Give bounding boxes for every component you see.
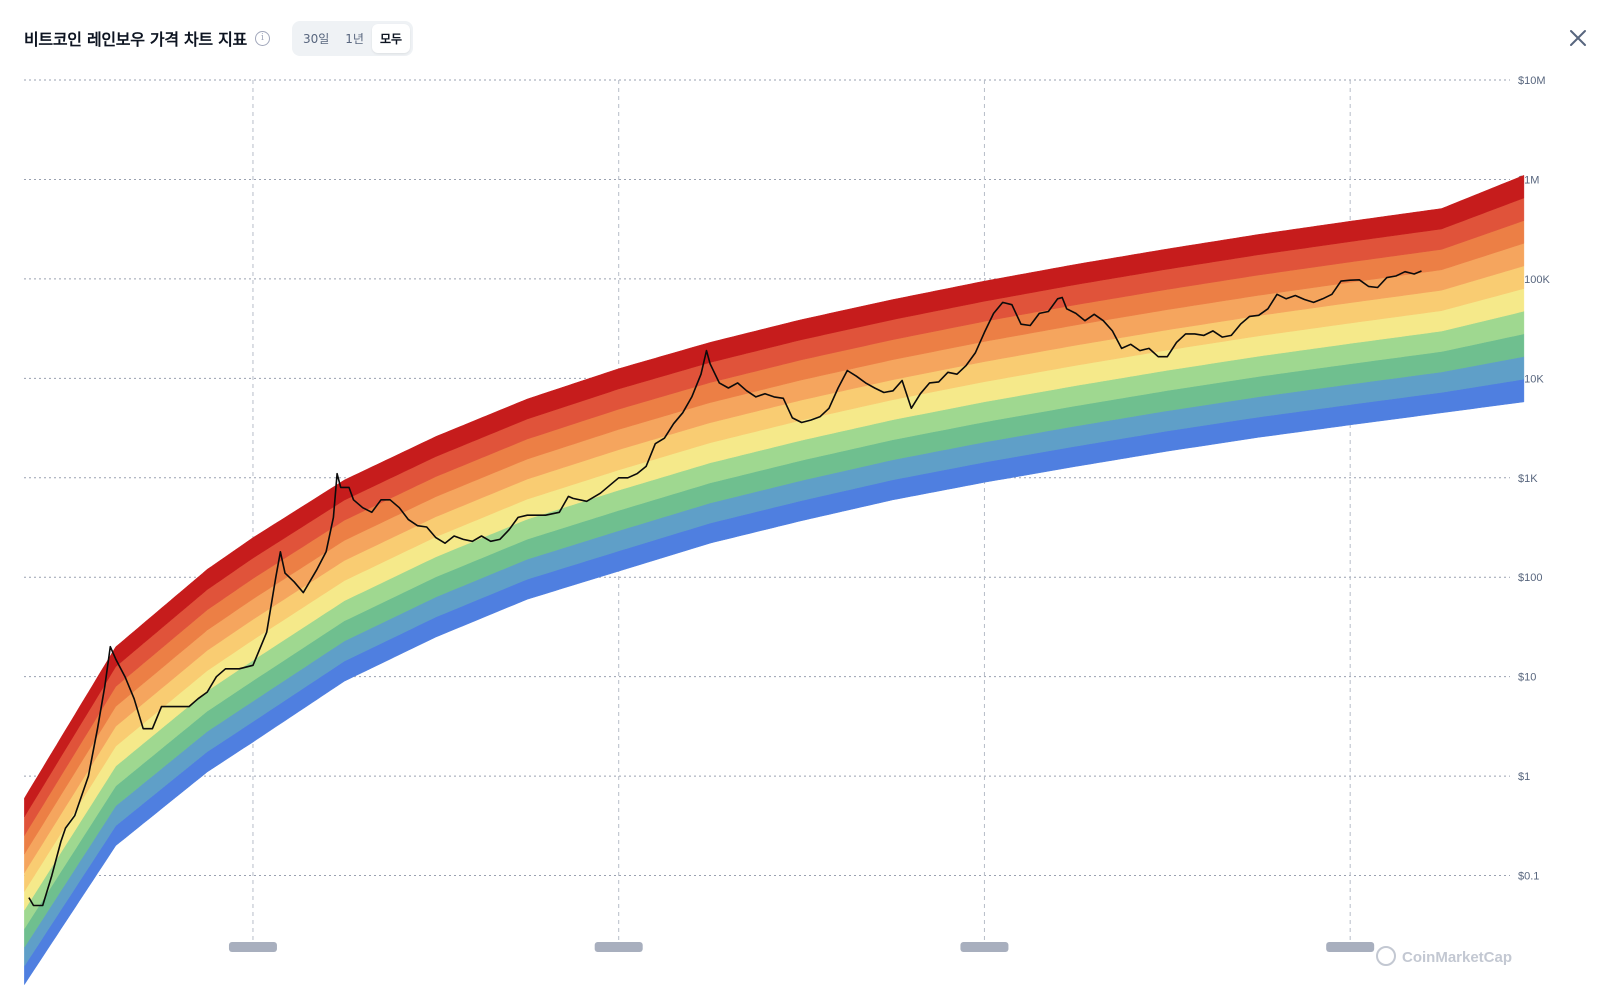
y-tick-label: $10M bbox=[1518, 75, 1546, 87]
x-axis-date-pill bbox=[960, 942, 1009, 952]
y-tick-label: $10 bbox=[1518, 672, 1536, 684]
y-tick-label: $1 bbox=[1518, 771, 1530, 783]
x-axis-date-pill bbox=[228, 942, 277, 952]
y-tick-label: $1K bbox=[1518, 473, 1538, 485]
y-tick-label: $100 bbox=[1518, 572, 1542, 584]
rainbow-chart: $10M$1M$100K$10K$1K$100$10$1$0.1CoinMark… bbox=[24, 75, 1550, 986]
y-tick-label: $0.1 bbox=[1518, 871, 1539, 883]
x-axis-date-pill bbox=[594, 942, 643, 952]
watermark-text: CoinMarketCap bbox=[1402, 949, 1512, 966]
watermark-logo bbox=[1376, 946, 1396, 966]
x-axis-date-pill bbox=[1326, 942, 1375, 952]
